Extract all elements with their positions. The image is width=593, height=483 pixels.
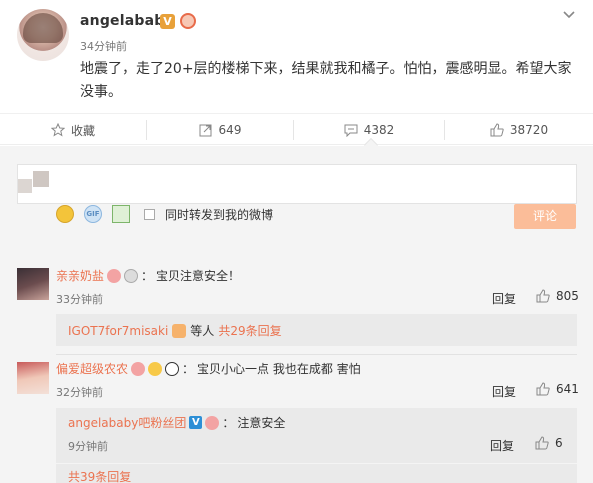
more-replies-link[interactable]: 共39条回复 [68,468,131,483]
comment-like-count: 805 [556,289,579,303]
like-button[interactable]: 38720 [445,114,593,146]
star-icon [50,123,65,137]
reply-button[interactable]: 回复 [490,437,514,454]
comment-separator: ： [141,269,154,283]
comment-count: 4382 [363,123,395,137]
image-icon[interactable] [112,205,130,223]
thumbs-up-icon [536,382,550,396]
commenter-avatar[interactable] [17,268,49,300]
comment-icon [344,124,358,137]
comment-time[interactable]: 33分钟前 [56,291,103,307]
comment-like-button[interactable]: 6 [535,436,563,450]
comment-like-count: 641 [556,382,579,396]
comment-like-button[interactable]: 805 [536,289,579,303]
commenter-name[interactable]: 偏爱超级农农 [56,360,128,377]
forward-button[interactable]: 649 [147,114,293,146]
panda-emoji-icon [165,361,180,376]
forward-option-label: 同时转发到我的微博 [165,207,274,222]
comment-separator: ： [182,362,195,376]
comment-line: 偏爱超级农农 ： 宝贝小心一点 我也在成都 害怕 [56,360,361,377]
sub-reply-text: 等人 [190,324,215,338]
post-text: 地震了，走了20+层的楼梯下来，结果就我和橘子。怕怕，震感明显。希望大家没事。 [80,61,572,100]
verified-badge-icon: V [189,416,203,429]
forward-count: 649 [218,123,242,137]
comment-input[interactable] [17,164,577,204]
sub-reply-time[interactable]: 9分钟前 [68,438,108,454]
sub-reply-text: 注意安全 [237,416,286,430]
commenter-avatar[interactable] [17,362,49,394]
gif-icon[interactable]: GIF [84,205,102,223]
emoji-icon[interactable] [56,205,74,223]
watermelon-icon [172,323,187,338]
sub-reply-name[interactable]: angelababy吧粉丝团 [68,414,186,431]
favorite-label: 收藏 [70,123,95,138]
like-count: 38720 [509,123,549,137]
comment-like-count: 6 [555,436,563,450]
author-avatar[interactable] [17,9,69,61]
laugh-emoji-icon [148,361,163,376]
member-icon [205,415,220,430]
thumbs-up-icon [535,436,549,450]
comment-text: 宝贝注意安全！ [156,269,241,283]
thumbs-up-icon [536,289,550,303]
sub-reply-name[interactable]: IGOT7for7misaki [68,324,168,338]
composer-toolbar: GIF 同时转发到我的微博 [56,204,273,224]
comment-line: 亲亲奶盐 ： 宝贝注意安全！ [56,267,240,284]
post-time[interactable]: 34分钟前 [80,38,127,54]
comment-time[interactable]: 32分钟前 [56,384,103,400]
member-icon [107,268,122,283]
reply-button[interactable]: 回复 [492,290,516,307]
submit-comment-button[interactable]: 评论 [514,204,576,229]
redacted-avatar [18,179,32,193]
medal-icon [124,268,139,283]
reply-button[interactable]: 回复 [492,383,516,400]
member-icon [131,361,146,376]
more-replies-row: 共39条回复 [56,464,577,483]
comment-like-button[interactable]: 641 [536,382,579,396]
verified-badge-icon: V [160,14,175,29]
medal-icon [180,13,196,29]
reply-count-link[interactable]: 共29条回复 [218,322,281,339]
divider [56,354,577,355]
redacted-avatar [33,171,49,187]
forward-icon [199,124,212,137]
comments-panel: GIF 同时转发到我的微博 评论 亲亲奶盐 ： 宝贝注意安全！ 33分钟前 回复… [0,146,593,483]
forward-checkbox[interactable] [144,208,155,220]
chevron-down-icon[interactable] [562,8,576,22]
favorite-button[interactable]: 收藏 [0,114,146,146]
sub-reply-separator: ： [222,416,235,430]
post-action-bar: 收藏 649 4382 38720 [0,113,593,145]
sub-reply-summary[interactable]: IGOT7for7misaki 等人 共29条回复 [56,314,577,346]
comment-text: 宝贝小心一点 我也在成都 害怕 [197,362,361,376]
weibo-post: angelababy V 34分钟前 地震了，走了20+层的楼梯下来，结果就我和… [0,0,593,113]
thumbs-up-icon [490,123,504,137]
commenter-name[interactable]: 亲亲奶盐 [56,267,104,284]
sub-reply: angelababy吧粉丝团 V ： 注意安全 9分钟前 回复 6 [56,408,577,463]
